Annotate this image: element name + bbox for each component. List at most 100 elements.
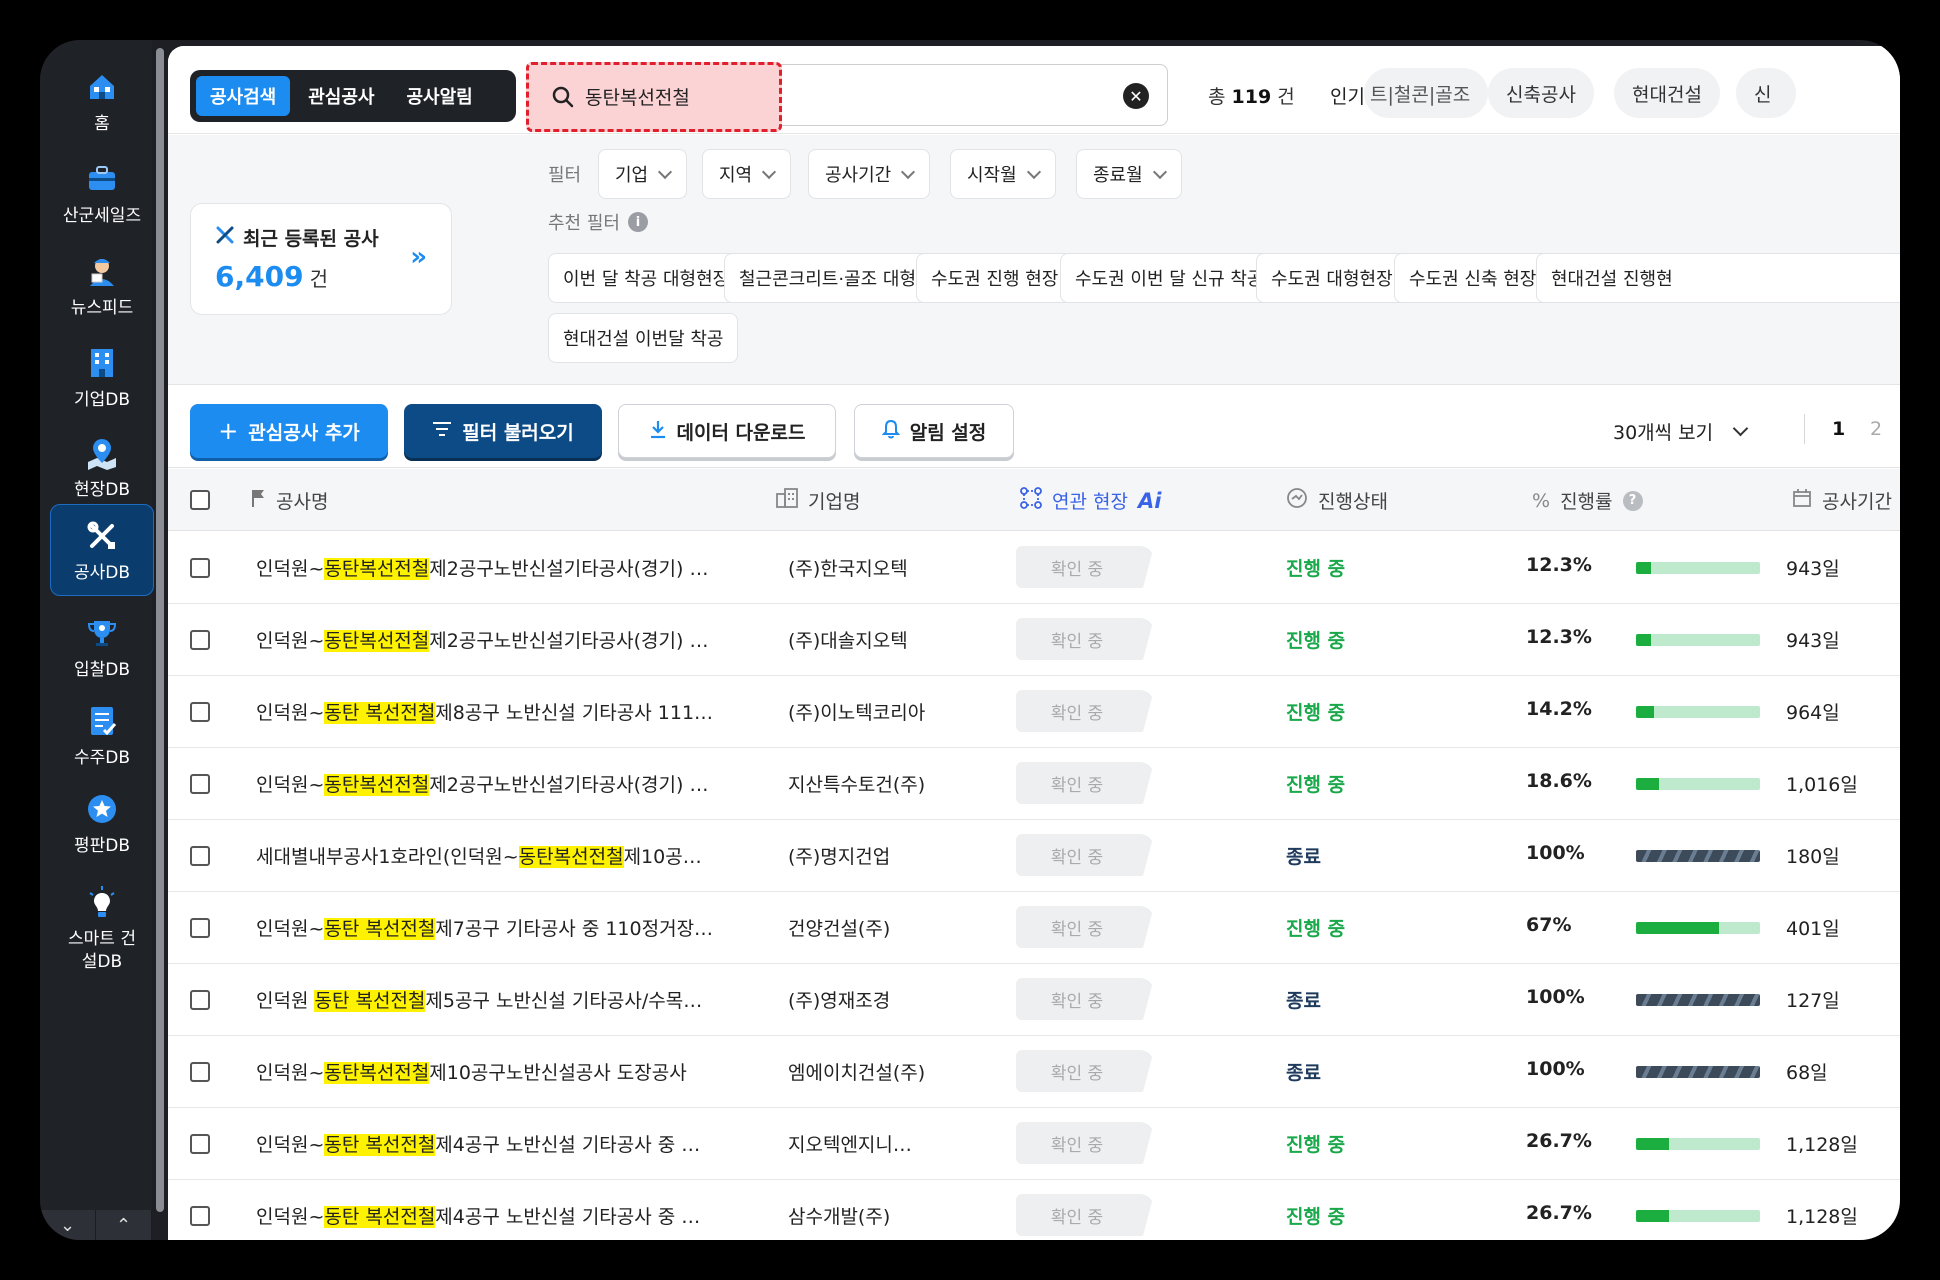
table-row[interactable]: 인덕원~동탄복선전철제10공구노반신설공사 도장공사 엠에이치건설(주) 확인 중 종… [168,1036,1900,1108]
tab-interest-construction[interactable]: 관심공사 [294,76,388,116]
flag-icon [250,488,266,513]
construction-name[interactable]: 인덕원~동탄복선전철제2공구노반신설기타공사(경기) … [256,554,752,581]
header-status-label: 진행상태 [1318,491,1388,513]
recommended-filter[interactable]: 현대건설 이번달 착공 [548,313,739,363]
popular-chip[interactable]: 트|철콘|골조 [1364,68,1489,118]
popular-chip[interactable]: 신축공사 [1488,68,1594,118]
page-1[interactable]: 1 [1832,418,1845,440]
popular-chip[interactable]: 신 [1736,68,1796,118]
recommended-filter[interactable]: 현대건설 진행현 [1536,253,1900,303]
header-status[interactable]: 진행상태 [1286,487,1388,514]
row-checkbox[interactable] [190,918,210,938]
per-page-select[interactable]: 30개씩 보기 [1613,418,1749,445]
company-name[interactable]: (주)명지건업 [788,842,958,869]
recommended-filter[interactable]: 이번 달 착공 대형현장 [548,253,745,303]
company-name[interactable]: (주)이노텍코리아 [788,698,958,725]
checkbox[interactable] [190,490,210,510]
header-company[interactable]: 기업명 [776,487,860,514]
construction-name[interactable]: 인덕원~동탄 복선전철제7공구 기타공사 중 110정거장… [256,914,752,941]
row-checkbox[interactable] [190,1134,210,1154]
load-filter-button[interactable]: 필터 불러오기 [404,404,602,458]
construction-name[interactable]: 세대별내부공사1호라인(인덕원~동탄복선전철제10공… [256,842,752,869]
construction-name[interactable]: 인덕원~동탄 복선전철제8공구 노반신설 기타공사 111… [256,698,752,725]
row-checkbox[interactable] [190,1206,210,1226]
row-checkbox[interactable] [190,702,210,722]
filter-start-month[interactable]: 시작월 [950,149,1056,199]
add-interest-button[interactable]: + 관심공사 추가 [190,404,388,458]
sidebar-item-company-db[interactable]: 기업DB [50,332,154,422]
table-row[interactable]: 세대별내부공사1호라인(인덕원~동탄복선전철제10공… (주)명지건업 확인 중 종료… [168,820,1900,892]
table-row[interactable]: 인덕원~동탄복선전철제2공구노반신설기타공사(경기) … (주)한국지오텍 확인 중… [168,532,1900,604]
row-checkbox[interactable] [190,630,210,650]
sidebar-item-site-db[interactable]: 현장DB [50,422,154,512]
recommended-filter[interactable]: 수도권 이번 달 신규 착공 [1060,253,1279,303]
filter-region[interactable]: 지역 [702,149,792,199]
popular-chip[interactable]: 현대건설 [1614,68,1720,118]
company-name[interactable]: 지오텍엔지니… [788,1130,958,1157]
table-row[interactable]: 인덕원~동탄 복선전철제4공구 노반신설 기타공사 중 … 삼수개발(주) 확인 중… [168,1180,1900,1240]
table-row[interactable]: 인덕원~동탄 복선전철제7공구 기타공사 중 110정거장… 건양건설(주) 확인 … [168,892,1900,964]
sidebar-item-smart-construction-db[interactable]: 스마트 건설DB [50,866,154,990]
name-prefix: 인덕원 [256,990,315,1012]
alert-settings-button[interactable]: 알림 설정 [854,404,1014,458]
construction-name[interactable]: 인덕원~동탄복선전철제2공구노반신설기타공사(경기) … [256,626,752,653]
double-chevron-right-icon[interactable]: » [410,242,427,272]
company-name[interactable]: 엠에이치건설(주) [788,1058,958,1085]
help-icon[interactable]: ? [1622,490,1643,511]
search-input[interactable] [585,79,1105,113]
sidebar-item-order-db[interactable]: 수주DB [50,690,154,780]
header-rate[interactable]: % 진행률 ? [1532,487,1643,514]
tab-construction-search[interactable]: 공사검색 [196,76,291,116]
recommended-filter[interactable]: 철근콘크리트·골조 대형 [724,253,932,303]
select-all-checkbox[interactable] [190,490,210,510]
sidebar-item-construction-db[interactable]: 공사DB [50,504,154,596]
filter-company[interactable]: 기업 [598,149,688,199]
recommended-filter[interactable]: 수도권 신축 현장 [1394,253,1552,303]
sidebar-item-reputation-db[interactable]: 평판DB [50,778,154,868]
company-name[interactable]: (주)영재조경 [788,986,958,1013]
sidebar-scrollbar[interactable] [156,48,164,1212]
company-name[interactable]: (주)한국지오텍 [788,554,958,581]
row-checkbox[interactable] [190,1062,210,1082]
construction-name[interactable]: 인덕원~동탄 복선전철제4공구 노반신설 기타공사 중 … [256,1130,752,1157]
chevron-down-icon[interactable]: ⌄ [40,1210,96,1240]
company-name[interactable]: (주)대솔지오텍 [788,626,958,653]
sidebar-item-sales[interactable]: 산군세일즈 [50,150,154,236]
construction-name[interactable]: 인덕원 동탄 복선전철제5공구 노반신설 기타공사/수목… [256,986,752,1013]
recent-registered-card[interactable]: 최근 등록된 공사 6,409 건 » [190,203,452,315]
sidebar-item-newsfeed[interactable]: 뉴스피드 [50,240,154,330]
search-match-highlight: 동탄 복선전철 [324,1206,436,1228]
header-related-sites[interactable]: 연관 현장 Ai [1020,487,1161,514]
sidebar-item-bid-db[interactable]: 입찰DB [50,602,154,692]
recommended-filter[interactable]: 수도권 진행 현장 [916,253,1074,303]
row-checkbox[interactable] [190,846,210,866]
row-checkbox[interactable] [190,774,210,794]
company-name[interactable]: 건양건설(주) [788,914,958,941]
table-row[interactable]: 인덕원~동탄복선전철제2공구노반신설기타공사(경기) … (주)대솔지오텍 확인 중… [168,604,1900,676]
table-row[interactable]: 인덕원~동탄 복선전철제8공구 노반신설 기타공사 111… (주)이노텍코리아 확… [168,676,1900,748]
page-2[interactable]: 2 [1870,418,1882,440]
sidebar-item-home[interactable]: 홈 [50,62,154,140]
recommended-filter[interactable]: 수도권 대형현장 [1256,253,1408,303]
filter-period[interactable]: 공사기간 [808,149,931,199]
header-name[interactable]: 공사명 [250,487,328,514]
row-checkbox[interactable] [190,990,210,1010]
chevron-up-icon[interactable]: ⌃ [96,1210,152,1240]
table-row[interactable]: 인덕원~동탄 복선전철제4공구 노반신설 기타공사 중 … 지오텍엔지니… 확인 중… [168,1108,1900,1180]
tab-construction-alerts[interactable]: 공사알림 [393,76,487,116]
construction-name[interactable]: 인덕원~동탄복선전철제10공구노반신설공사 도장공사 [256,1058,752,1085]
header-period[interactable]: 공사기간 [1792,487,1892,514]
filter-end-month[interactable]: 종료월 [1076,149,1182,199]
company-name[interactable]: 삼수개발(주) [788,1202,958,1229]
row-checkbox[interactable] [190,558,210,578]
table-row[interactable]: 인덕원 동탄 복선전철제5공구 노반신설 기타공사/수목… (주)영재조경 확인 중… [168,964,1900,1036]
info-icon[interactable]: i [627,212,648,232]
clear-search-icon[interactable]: ✕ [1123,83,1149,109]
company-name[interactable]: 지산특수토건(주) [788,770,958,797]
table-row[interactable]: 인덕원~동탄복선전철제2공구노반신설기타공사(경기) … 지산특수토건(주) 확인 … [168,748,1900,820]
search-match-highlight: 동탄복선전철 [324,558,430,580]
data-download-button[interactable]: 데이터 다운로드 [618,404,836,458]
construction-name[interactable]: 인덕원~동탄복선전철제2공구노반신설기타공사(경기) … [256,770,752,797]
construction-period: 127일 [1786,990,1840,1012]
construction-name[interactable]: 인덕원~동탄 복선전철제4공구 노반신설 기타공사 중 … [256,1202,752,1229]
